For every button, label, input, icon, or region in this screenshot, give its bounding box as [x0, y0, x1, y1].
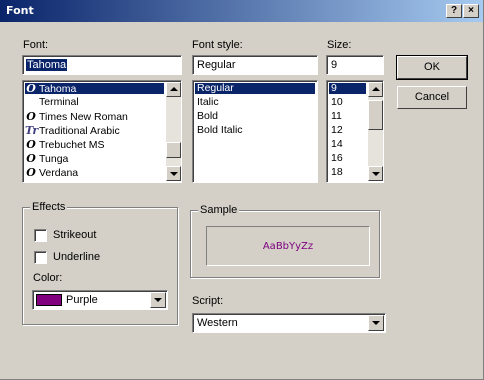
size-list-items: 9 10 11 12 14 16 18 — [329, 83, 366, 181]
chevron-down-icon — [154, 298, 162, 302]
style-list-items: Regular Italic Bold Bold Italic — [195, 83, 315, 181]
strikeout-checkbox[interactable] — [34, 229, 47, 242]
color-swatch — [36, 294, 62, 306]
opentype-font-icon: O — [26, 110, 36, 123]
style-list-item-label: Regular — [197, 83, 234, 94]
font-list[interactable]: O Tahoma Terminal O Times New Roman TrTraditi… — [22, 80, 182, 183]
opentype-font-icon: O — [26, 152, 36, 165]
color-dropdown-button[interactable] — [150, 292, 166, 308]
ok-button[interactable]: OK — [396, 55, 468, 80]
opentype-font-icon: O — [26, 166, 36, 179]
font-list-item[interactable]: O Trebuchet MS — [25, 138, 164, 151]
size-list-item[interactable]: 16 — [329, 153, 366, 164]
scroll-up-button[interactable] — [368, 82, 383, 97]
chevron-down-icon — [372, 321, 380, 325]
style-list-item-label: Italic — [197, 96, 219, 108]
color-label: Color: — [33, 272, 63, 284]
style-list-item-label: Bold — [197, 110, 219, 122]
font-list-item[interactable]: O Verdana — [25, 166, 164, 179]
chevron-up-icon — [372, 87, 380, 91]
size-list-item-label: 9 — [331, 83, 337, 94]
size-list-item[interactable]: 11 — [329, 111, 366, 122]
chevron-up-icon — [170, 87, 178, 91]
scroll-thumb[interactable] — [166, 142, 181, 158]
effects-title: Effects — [30, 201, 68, 213]
style-label: Font style: — [192, 39, 243, 51]
script-select[interactable]: Western — [192, 313, 386, 333]
font-input[interactable]: Tahoma — [22, 55, 182, 75]
color-select-value: Purple — [66, 294, 98, 306]
size-input-value: 9 — [331, 59, 338, 71]
style-list-item[interactable]: Italic — [195, 97, 315, 108]
sample-text: AaBbYyZz — [262, 241, 314, 252]
style-list-item-label: Bold Italic — [197, 124, 243, 136]
font-list-item-label: Terminal — [39, 96, 79, 108]
scroll-thumb[interactable] — [368, 100, 383, 130]
size-list-item[interactable]: 10 — [329, 97, 366, 108]
size-list-item-label: 10 — [331, 96, 343, 108]
title-bar: Font ? × — [0, 0, 483, 22]
font-list-scrollbar[interactable] — [166, 82, 181, 181]
window-title: Font — [6, 4, 34, 17]
size-input[interactable]: 9 — [326, 55, 384, 75]
size-label: Size: — [327, 39, 352, 51]
size-list-scrollbar[interactable] — [368, 82, 383, 181]
sample-title: Sample — [198, 204, 240, 216]
size-list-item-label: 11 — [331, 110, 342, 122]
script-label: Script: — [192, 295, 224, 307]
size-list-item[interactable]: 14 — [329, 139, 366, 150]
font-list-item-label: Tahoma — [39, 83, 77, 95]
font-list-item-label: Times New Roman — [39, 111, 128, 123]
opentype-font-icon: O — [26, 138, 36, 151]
color-select[interactable]: Purple — [32, 290, 168, 310]
size-list-item-label: 12 — [331, 124, 343, 136]
style-list-item[interactable]: Regular — [195, 83, 315, 94]
style-input[interactable]: Regular — [192, 55, 318, 75]
underline-checkbox[interactable] — [34, 251, 47, 264]
style-list[interactable]: Regular Italic Bold Bold Italic — [192, 80, 318, 183]
scroll-up-button[interactable] — [166, 82, 181, 97]
font-list-item[interactable]: TrTraditional Arabic — [25, 124, 164, 137]
size-list-item-label: 16 — [331, 152, 343, 164]
size-list-item[interactable]: 9 — [329, 83, 366, 94]
font-input-value: Tahoma — [26, 59, 68, 71]
chevron-down-icon — [170, 172, 178, 176]
font-list-item-label: Trebuchet MS — [39, 139, 105, 151]
truetype-font-icon: Tr — [25, 124, 39, 137]
font-list-item[interactable]: O Tunga — [25, 152, 164, 165]
font-label: Font: — [23, 39, 49, 51]
help-button[interactable]: ? — [446, 4, 462, 18]
size-list-item[interactable]: 18 — [329, 167, 366, 178]
font-list-item[interactable]: O Tahoma — [25, 83, 164, 95]
opentype-font-icon: O — [26, 83, 36, 95]
font-list-item-label: Traditional Arabic — [39, 125, 120, 137]
style-list-item[interactable]: Bold — [195, 111, 315, 122]
size-list-item-label: 14 — [331, 138, 343, 150]
scroll-down-button[interactable] — [368, 166, 383, 181]
font-list-items: O Tahoma Terminal O Times New Roman TrTraditi… — [25, 83, 164, 181]
font-list-item-label: Verdana — [39, 167, 79, 179]
script-select-value: Western — [197, 317, 238, 329]
script-dropdown-button[interactable] — [368, 315, 384, 331]
font-list-item[interactable]: O Times New Roman — [25, 110, 164, 123]
size-list-item-label: 18 — [331, 166, 343, 178]
size-list-item[interactable]: 12 — [329, 125, 366, 136]
strikeout-label[interactable]: Strikeout — [53, 229, 96, 241]
style-input-value: Regular — [197, 59, 236, 71]
font-list-item-label: Tunga — [39, 153, 69, 165]
font-list-item[interactable]: Terminal — [25, 97, 164, 108]
cancel-button[interactable]: Cancel — [397, 86, 467, 109]
style-list-item[interactable]: Bold Italic — [195, 125, 315, 136]
chevron-down-icon — [372, 172, 380, 176]
font-dialog: Font ? × Font: Tahoma O Tahoma Terminal O Ti… — [0, 0, 484, 380]
close-button[interactable]: × — [463, 4, 479, 18]
size-list[interactable]: 9 10 11 12 14 16 18 — [326, 80, 384, 183]
underline-label[interactable]: Underline — [53, 251, 100, 263]
scroll-down-button[interactable] — [166, 166, 181, 181]
sample-preview: AaBbYyZz — [206, 226, 370, 266]
